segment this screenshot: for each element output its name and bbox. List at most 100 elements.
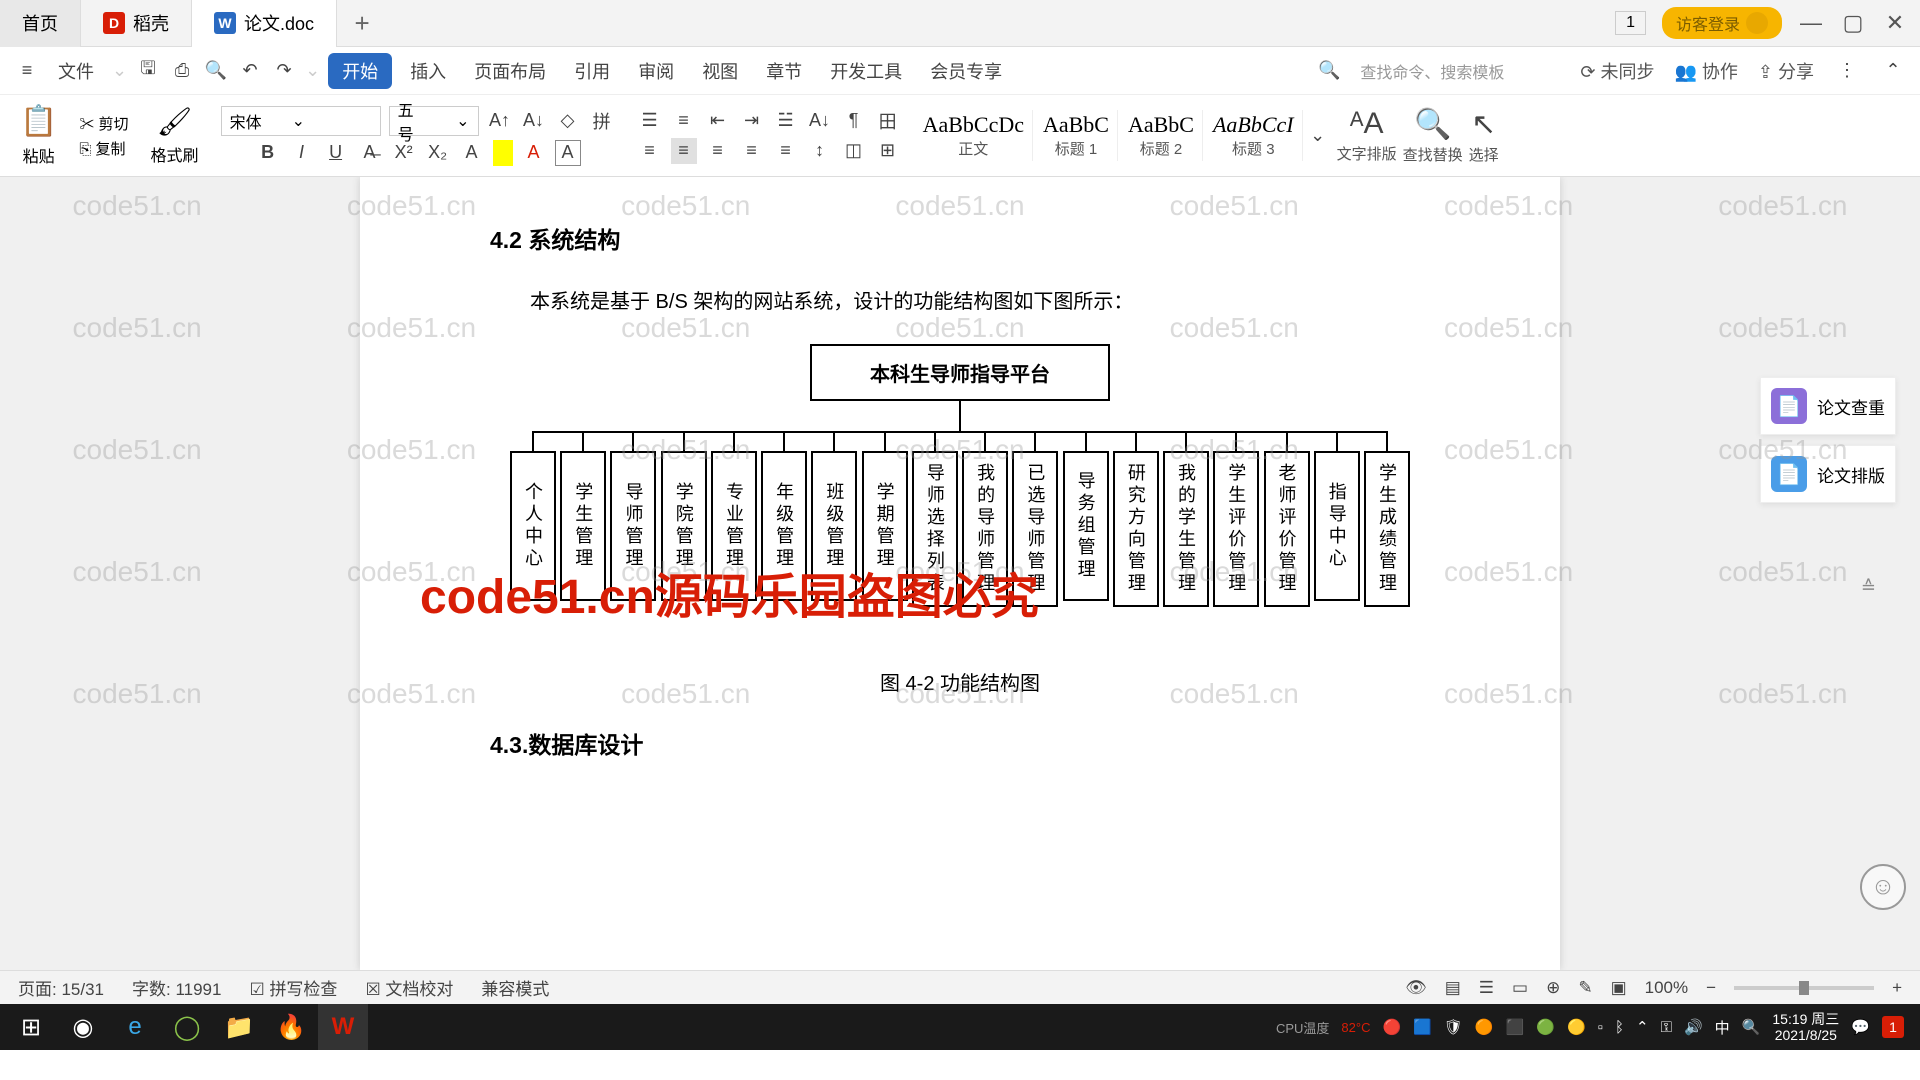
wifi-icon[interactable]: ⚿ bbox=[1661, 1019, 1672, 1036]
zoom-level[interactable]: 100% bbox=[1645, 978, 1688, 998]
close-button[interactable]: ✕ bbox=[1882, 10, 1908, 36]
highlight-button[interactable] bbox=[493, 140, 513, 166]
brush-icon[interactable]: 🖌 bbox=[157, 105, 193, 138]
task-obs[interactable]: ◉ bbox=[58, 1004, 108, 1050]
underline-button[interactable]: U bbox=[323, 140, 349, 166]
undo-icon[interactable]: ↶ bbox=[237, 58, 263, 84]
menu-layout[interactable]: 页面布局 bbox=[464, 54, 556, 88]
styles-gallery[interactable]: AaBbCcDc正文 AaBbC标题 1 AaBbC标题 2 AaBbCcI标题… bbox=[915, 110, 1331, 161]
minimize-button[interactable]: — bbox=[1798, 10, 1824, 36]
find-replace-button[interactable]: 🔍查找替换 bbox=[1403, 107, 1463, 165]
zoom-in-button[interactable]: + bbox=[1892, 978, 1902, 998]
maximize-button[interactable]: ▢ bbox=[1840, 10, 1866, 36]
zoom-out-button[interactable]: − bbox=[1706, 978, 1716, 998]
preview-icon[interactable]: 🔍 bbox=[203, 58, 229, 84]
tab-document[interactable]: W论文.doc bbox=[192, 0, 337, 47]
view-web-icon[interactable]: ⊕ bbox=[1546, 978, 1560, 998]
start-button[interactable]: ⊞ bbox=[6, 1004, 56, 1050]
page-indicator[interactable]: 1 bbox=[1615, 11, 1646, 35]
subscript-button[interactable]: X₂ bbox=[425, 140, 451, 166]
copy-button[interactable]: ⎘ 复制 bbox=[79, 138, 125, 159]
grow-font-icon[interactable]: A↑ bbox=[487, 108, 513, 134]
shading-icon[interactable]: ◫ bbox=[841, 138, 867, 164]
more-icon[interactable]: ⋮ bbox=[1834, 58, 1860, 84]
menu-icon[interactable]: ≡ bbox=[14, 58, 40, 84]
collapse-icon[interactable]: ⌃ bbox=[1880, 58, 1906, 84]
notification-badge[interactable]: 1 bbox=[1882, 1016, 1904, 1038]
para-mark-icon[interactable]: ¶ bbox=[841, 108, 867, 134]
tray-icon[interactable]: ▫ bbox=[1598, 1019, 1603, 1036]
italic-button[interactable]: I bbox=[289, 140, 315, 166]
cut-button[interactable]: ✂ 剪切 bbox=[79, 113, 128, 134]
menu-insert[interactable]: 插入 bbox=[400, 54, 456, 88]
menu-ref[interactable]: 引用 bbox=[564, 54, 620, 88]
outdent-icon[interactable]: ⇤ bbox=[705, 108, 731, 134]
size-select[interactable]: 五号⌄ bbox=[389, 106, 479, 136]
add-tab-button[interactable]: + bbox=[337, 8, 387, 39]
sync-button[interactable]: ⟳ 未同步 bbox=[1580, 58, 1654, 84]
view-page-icon[interactable]: ▤ bbox=[1445, 978, 1461, 998]
task-explorer[interactable]: 📁 bbox=[214, 1004, 264, 1050]
edit-icon[interactable]: ✎ bbox=[1578, 978, 1592, 998]
char-border-button[interactable]: A bbox=[555, 140, 581, 166]
bold-button[interactable]: B bbox=[255, 140, 281, 166]
notification-icon[interactable]: 💬 bbox=[1851, 1018, 1870, 1036]
tab-docell[interactable]: D稻壳 bbox=[81, 0, 192, 47]
tray-icon[interactable]: 🛡 bbox=[1444, 1018, 1463, 1036]
zoom-slider[interactable] bbox=[1734, 986, 1874, 990]
border-icon[interactable]: 田 bbox=[875, 108, 901, 134]
task-ie[interactable]: e bbox=[110, 1004, 160, 1050]
table-border-icon[interactable]: ⊞ bbox=[875, 138, 901, 164]
align-right-icon[interactable]: ≡ bbox=[705, 138, 731, 164]
clock[interactable]: 15:19 周三2021/8/25 bbox=[1772, 1011, 1839, 1043]
spellcheck-button[interactable]: ☑ 拼写检查 bbox=[249, 975, 337, 1000]
align-left-icon[interactable]: ≡ bbox=[637, 138, 663, 164]
align-justify-icon[interactable]: ≡ bbox=[739, 138, 765, 164]
task-wps[interactable]: W bbox=[318, 1004, 368, 1050]
assistant-icon[interactable]: ☺ bbox=[1860, 864, 1906, 910]
font-effect-icon[interactable]: A bbox=[459, 140, 485, 166]
view-read-icon[interactable]: ▭ bbox=[1512, 978, 1528, 998]
print-icon[interactable]: ⎙ bbox=[169, 58, 195, 84]
menu-start[interactable]: 开始 bbox=[328, 53, 392, 89]
tab-home[interactable]: 首页 bbox=[0, 0, 81, 47]
share-button[interactable]: ⇪ 分享 bbox=[1758, 58, 1814, 84]
font-color-button[interactable]: A bbox=[521, 140, 547, 166]
side-typeset-button[interactable]: 📄论文排版 bbox=[1760, 445, 1896, 503]
paste-icon[interactable]: 📋 bbox=[20, 104, 57, 139]
bullets-icon[interactable]: ☰ bbox=[637, 108, 663, 134]
numbering-icon[interactable]: ≡ bbox=[671, 108, 697, 134]
login-button[interactable]: 访客登录 bbox=[1662, 7, 1782, 39]
volume-icon[interactable]: 🔊 bbox=[1684, 1018, 1703, 1036]
menu-review[interactable]: 审阅 bbox=[628, 54, 684, 88]
search-input[interactable]: 查找命令、搜索模板 bbox=[1360, 59, 1560, 83]
menu-chapter[interactable]: 章节 bbox=[756, 54, 812, 88]
tray-up-icon[interactable]: ⌃ bbox=[1636, 1018, 1649, 1036]
align-dist-icon[interactable]: ≡ bbox=[773, 138, 799, 164]
phonetic-icon[interactable]: 拼 bbox=[589, 108, 615, 134]
superscript-button[interactable]: X² bbox=[391, 140, 417, 166]
collab-button[interactable]: 👥 协作 bbox=[1674, 58, 1737, 84]
tray-icon[interactable]: 🟢 bbox=[1536, 1018, 1555, 1036]
bluetooth-icon[interactable]: ᛒ bbox=[1615, 1019, 1624, 1036]
tray-icon[interactable]: 🟡 bbox=[1567, 1018, 1586, 1036]
side-plagiarism-button[interactable]: 📄论文查重 bbox=[1760, 377, 1896, 435]
tray-icon[interactable]: 🟦 bbox=[1413, 1018, 1432, 1036]
select-button[interactable]: ↖选择 bbox=[1469, 107, 1499, 165]
page-count[interactable]: 页面: 15/31 bbox=[18, 975, 104, 1000]
search-tray-icon[interactable]: 🔍 bbox=[1742, 1018, 1761, 1036]
tray-icon[interactable]: 🟠 bbox=[1475, 1018, 1494, 1036]
tray-icon[interactable]: 🔴 bbox=[1382, 1018, 1401, 1036]
document-area[interactable]: 4.2 系统结构 本系统是基于 B/S 架构的网站系统，设计的功能结构图如下图所… bbox=[0, 177, 1920, 970]
line-spacing-icon[interactable]: ↕ bbox=[807, 138, 833, 164]
text-layout-button[interactable]: ᴬA文字排版 bbox=[1337, 107, 1397, 164]
strike-button[interactable]: A̶ bbox=[357, 140, 383, 166]
menu-member[interactable]: 会员专享 bbox=[920, 54, 1012, 88]
ime-icon[interactable]: 中 bbox=[1715, 1017, 1730, 1038]
task-browser[interactable]: ◯ bbox=[162, 1004, 212, 1050]
menu-view[interactable]: 视图 bbox=[692, 54, 748, 88]
shrink-font-icon[interactable]: A↓ bbox=[521, 108, 547, 134]
redo-icon[interactable]: ↷ bbox=[271, 58, 297, 84]
align-center-icon[interactable]: ≡ bbox=[671, 138, 697, 164]
save-icon[interactable]: 🖫 bbox=[135, 58, 161, 84]
